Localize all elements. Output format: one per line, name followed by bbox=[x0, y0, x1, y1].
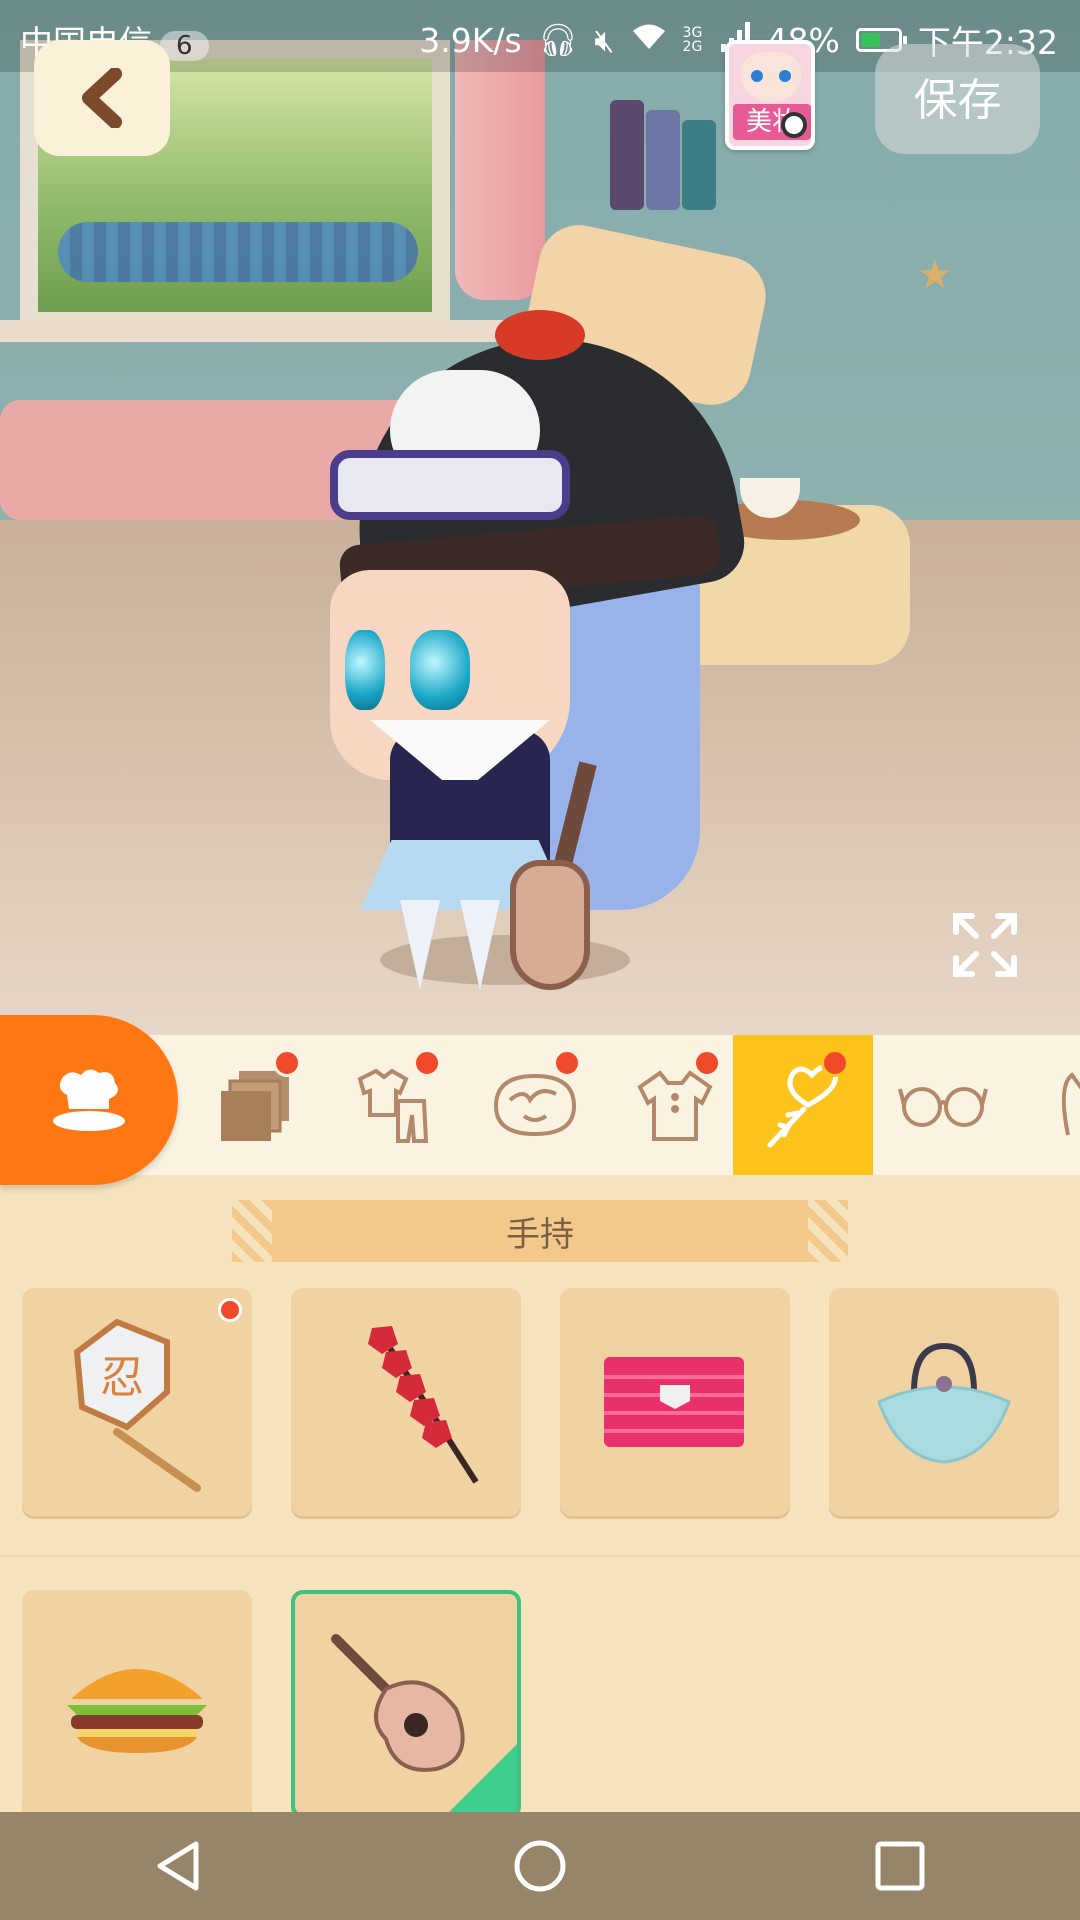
avatar-pompom bbox=[495, 310, 585, 360]
hanging-star-icon: ★ bbox=[917, 252, 953, 298]
makeup-face-icon bbox=[741, 52, 801, 102]
glasses-icon bbox=[898, 1087, 988, 1127]
network-type: 3G 2G bbox=[682, 25, 703, 55]
item-candied-haws[interactable] bbox=[291, 1288, 521, 1516]
back-triangle-icon[interactable] bbox=[152, 1838, 208, 1894]
fullscreen-expand-icon[interactable] bbox=[950, 910, 1020, 980]
wardrobe-button[interactable] bbox=[0, 1015, 178, 1185]
item-fan[interactable]: 忍 bbox=[22, 1288, 252, 1516]
makeup-badge-icon bbox=[781, 112, 807, 138]
cat-ear-icon bbox=[1061, 1072, 1080, 1136]
shell-bag-icon bbox=[877, 1342, 1011, 1464]
tab-badge bbox=[693, 1049, 721, 1077]
item-burger[interactable] bbox=[22, 1590, 252, 1818]
chef-hat-clothes-icon bbox=[53, 1069, 125, 1131]
avatar-character[interactable] bbox=[329, 309, 751, 1000]
face-icon bbox=[493, 1073, 577, 1137]
recents-square-icon[interactable] bbox=[872, 1838, 928, 1894]
paper-fan-icon: 忍 bbox=[73, 1318, 201, 1492]
system-navigation-bar bbox=[0, 1812, 1080, 1920]
home-circle-icon[interactable] bbox=[512, 1838, 568, 1894]
chevron-left-icon bbox=[82, 68, 122, 128]
wifi-icon bbox=[631, 22, 667, 59]
item-guitar[interactable] bbox=[291, 1590, 521, 1818]
books-shelf bbox=[610, 90, 730, 210]
tab-badge bbox=[413, 1049, 441, 1077]
curtain bbox=[455, 40, 545, 300]
tab-outfit[interactable] bbox=[325, 1035, 465, 1175]
headphones-icon: 🎧︎ bbox=[537, 21, 579, 59]
selected-corner-mark bbox=[447, 1744, 517, 1814]
character-preview-scene: ★ bbox=[0, 0, 1080, 1035]
mute-icon: 🔇︎ bbox=[594, 21, 615, 59]
avatar-eye-left bbox=[345, 630, 385, 710]
item-handbag[interactable] bbox=[829, 1288, 1059, 1516]
candied-haws-icon bbox=[368, 1326, 479, 1484]
clothes-set-icon bbox=[357, 1068, 429, 1143]
tab-face[interactable] bbox=[465, 1035, 605, 1175]
item-wallet[interactable] bbox=[560, 1288, 790, 1516]
shirt-icon bbox=[637, 1070, 713, 1141]
net-speed: 3.9K/s bbox=[419, 20, 522, 60]
tab-handheld[interactable] bbox=[733, 1035, 873, 1175]
pink-wallet-icon bbox=[604, 1357, 744, 1447]
tab-ears[interactable] bbox=[1013, 1035, 1080, 1175]
tab-outfit-sets[interactable] bbox=[185, 1035, 325, 1175]
layers-icon bbox=[221, 1071, 289, 1141]
avatar-goggles bbox=[330, 450, 570, 520]
tab-badge bbox=[821, 1049, 849, 1077]
burger-icon bbox=[67, 1669, 207, 1753]
row-divider bbox=[0, 1555, 1080, 1557]
tab-glasses[interactable] bbox=[873, 1035, 1013, 1175]
makeup-button[interactable]: 美妆 bbox=[725, 40, 815, 150]
item-badge bbox=[218, 1298, 242, 1322]
window-flowers bbox=[58, 222, 418, 282]
held-guitar bbox=[510, 760, 600, 990]
back-button[interactable] bbox=[34, 40, 170, 156]
svg-text:忍: 忍 bbox=[100, 1352, 144, 1403]
tab-top[interactable] bbox=[605, 1035, 745, 1175]
section-title: 手持 bbox=[232, 1200, 848, 1262]
save-button[interactable]: 保存 bbox=[875, 44, 1040, 154]
tab-badge bbox=[553, 1049, 581, 1077]
tab-badge bbox=[273, 1049, 301, 1077]
avatar-eye-right bbox=[410, 630, 470, 710]
